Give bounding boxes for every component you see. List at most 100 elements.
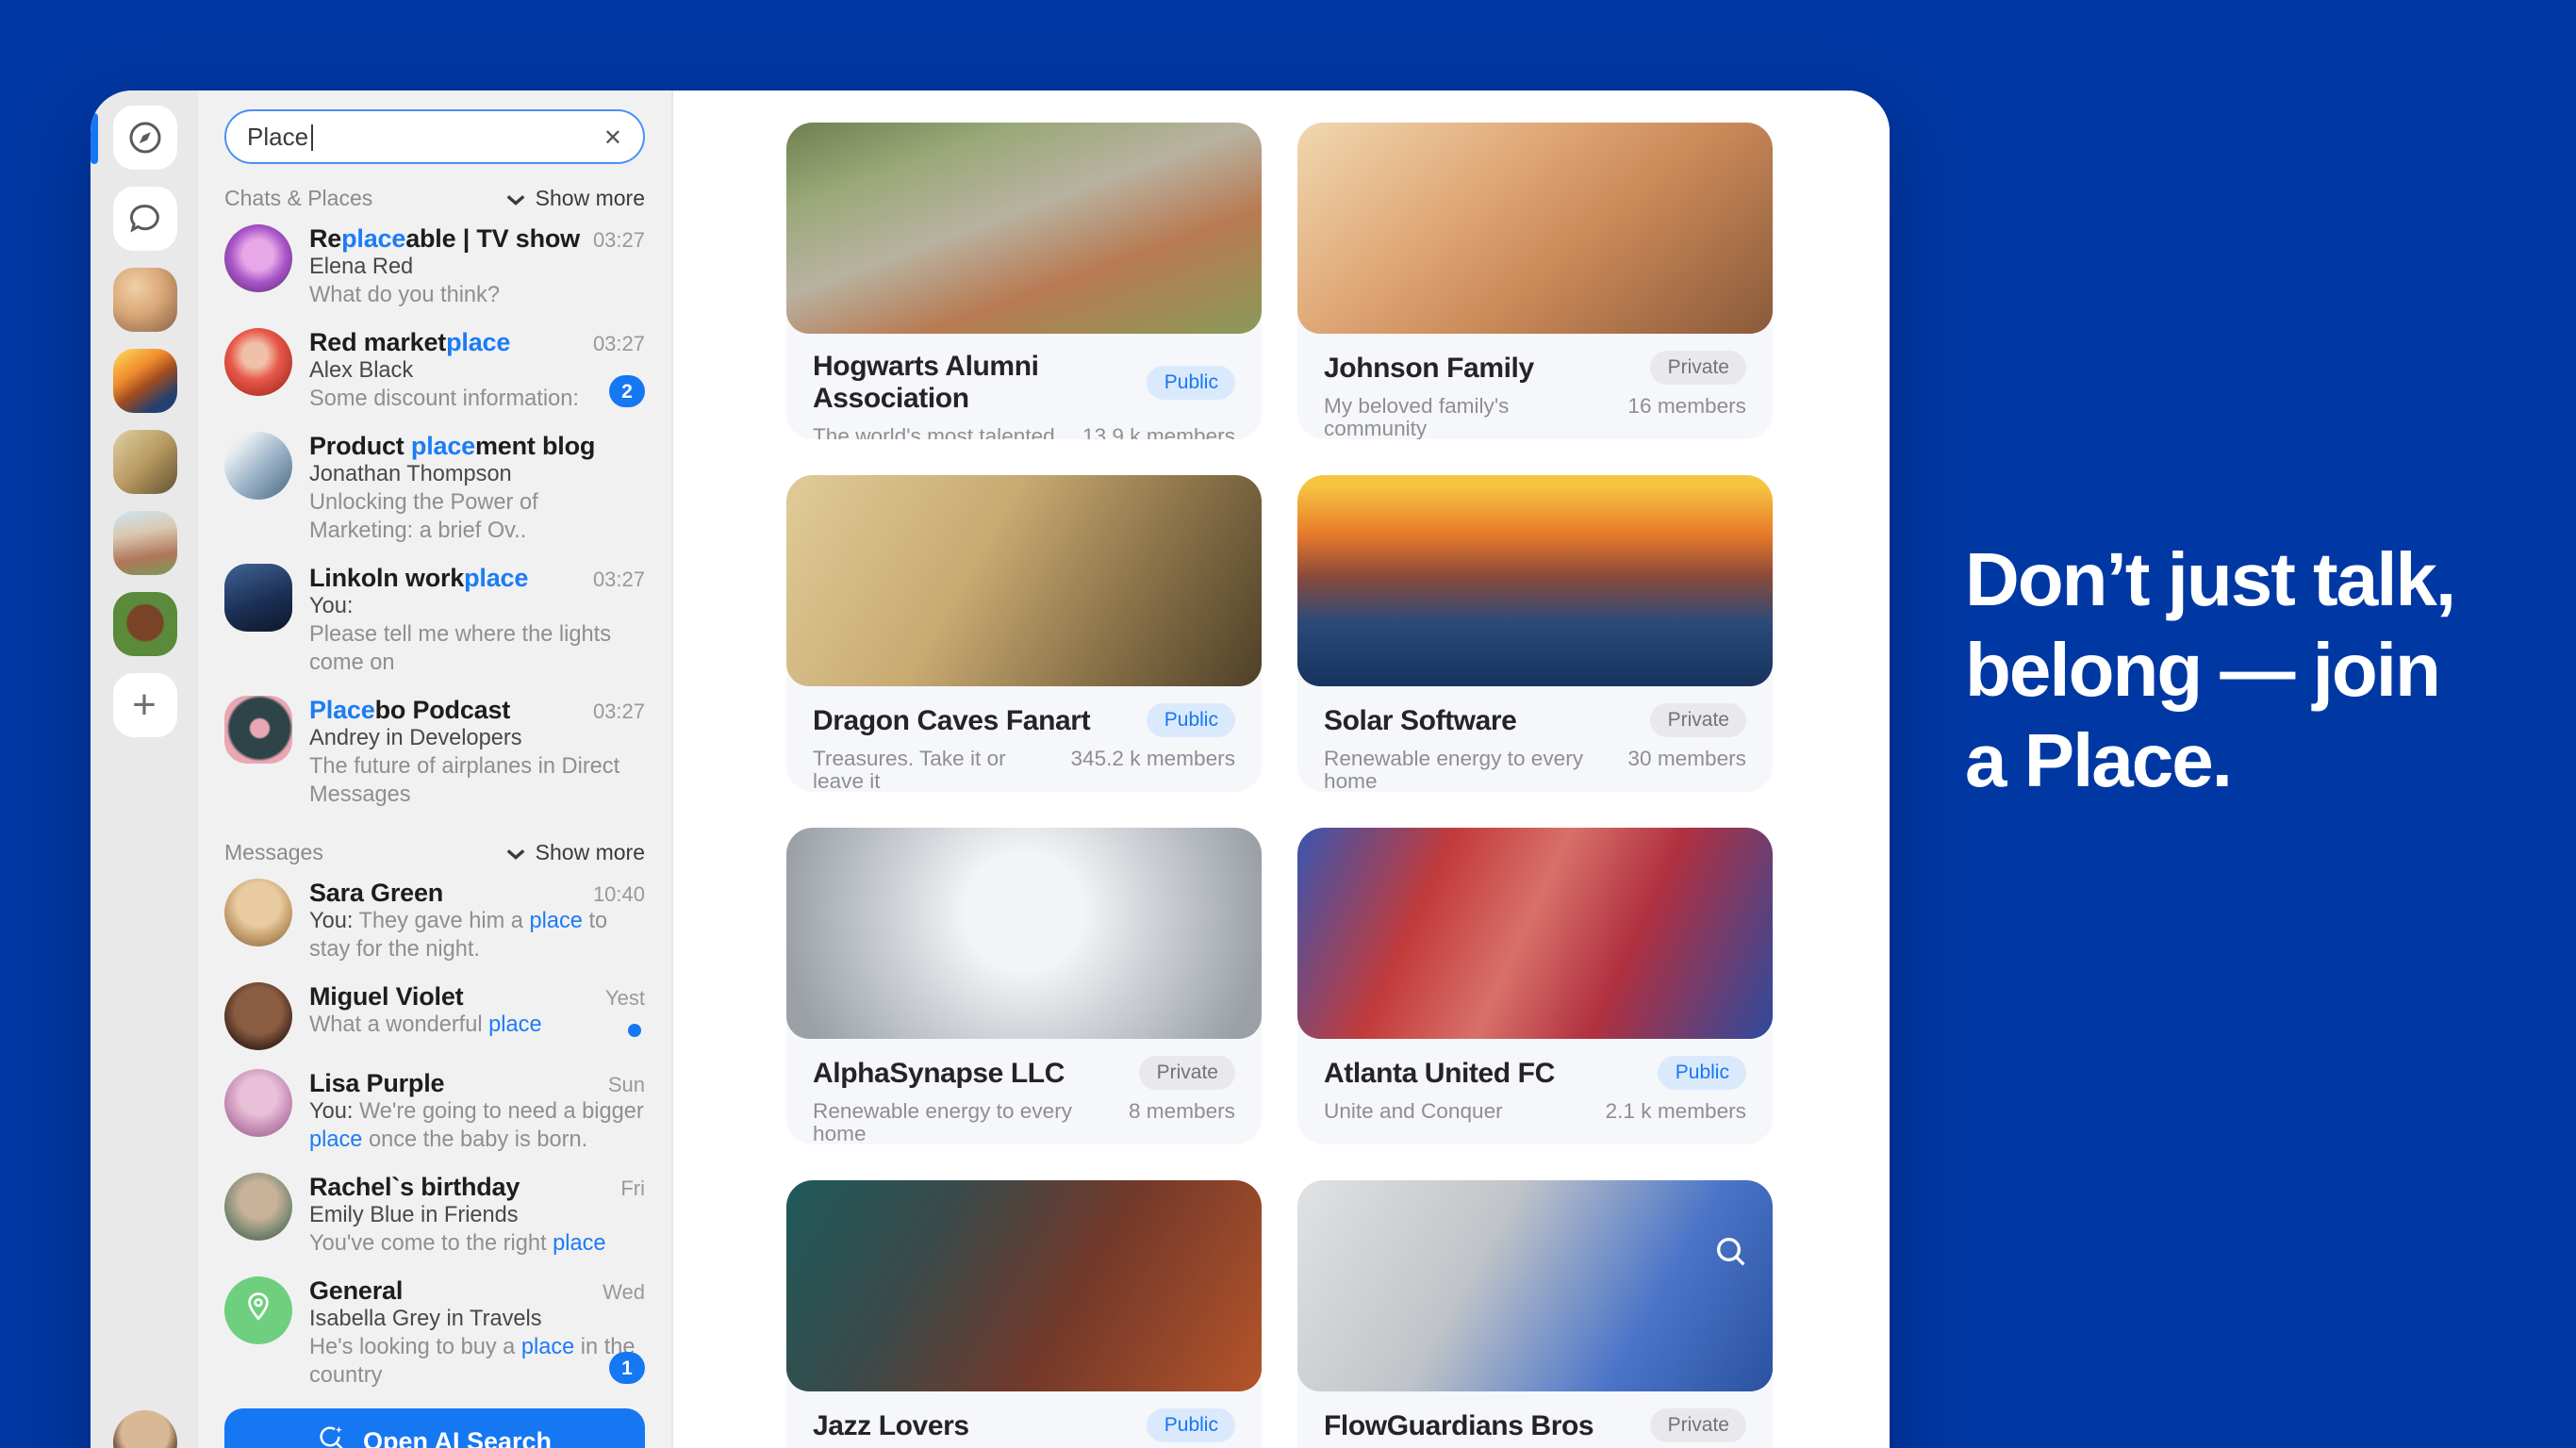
chevron-down-icon bbox=[505, 847, 526, 862]
search-magnifier-icon bbox=[1712, 1233, 1750, 1280]
chat-preview: Unlocking the Power of Marketing: a brie… bbox=[309, 488, 645, 545]
chat-time: 03:27 bbox=[582, 701, 645, 724]
message-time: Sun bbox=[597, 1075, 645, 1097]
message-title: General bbox=[309, 1276, 403, 1305]
chat-list-item[interactable]: Replaceable | TV show03:27 Elena Red Wha… bbox=[224, 215, 645, 319]
place-title: AlphaSynapse LLC bbox=[813, 1057, 1065, 1089]
compass-icon bbox=[125, 119, 163, 156]
clear-search-icon[interactable]: ✕ bbox=[603, 123, 622, 150]
message-list-item[interactable]: Lisa PurpleSun You: We're going to need … bbox=[224, 1060, 645, 1163]
place-avatar-family[interactable] bbox=[112, 268, 176, 332]
visibility-badge: Public bbox=[1148, 703, 1235, 737]
place-avatar-football[interactable] bbox=[112, 592, 176, 656]
message-preview: What a wonderful place bbox=[309, 1011, 645, 1039]
message-time: Wed bbox=[591, 1282, 645, 1305]
location-pin-icon bbox=[241, 1289, 275, 1332]
place-cover-image bbox=[786, 475, 1262, 686]
place-subtitle: The world's most talented network bbox=[813, 426, 1067, 439]
place-title: Jazz Lovers bbox=[813, 1409, 969, 1441]
section-title: Chats & Places bbox=[224, 189, 372, 211]
text-caret bbox=[310, 123, 312, 150]
search-input-value: Place bbox=[247, 123, 308, 151]
nav-rail: + bbox=[91, 90, 198, 1448]
chevron-down-icon bbox=[505, 192, 526, 207]
place-members: 13.9 k members bbox=[1067, 426, 1235, 439]
place-cover-image bbox=[786, 1180, 1262, 1391]
place-card-jazz-lovers[interactable]: Jazz LoversPublic Renewable energy to ev… bbox=[786, 1180, 1262, 1448]
place-members: 8 members bbox=[1114, 1101, 1235, 1144]
place-subtitle: Treasures. Take it or leave it bbox=[813, 749, 1055, 792]
message-avatar bbox=[224, 1173, 292, 1241]
place-subtitle: Renewable energy to every home bbox=[813, 1101, 1114, 1144]
message-title: Miguel Violet bbox=[309, 982, 463, 1011]
show-more-messages[interactable]: Show more bbox=[505, 843, 645, 865]
nav-discover-button[interactable] bbox=[112, 106, 176, 170]
visibility-badge: Private bbox=[1140, 1056, 1235, 1090]
open-ai-search-button[interactable]: Open AI Search bbox=[224, 1408, 645, 1448]
chat-title: Placebo Podcast bbox=[309, 696, 510, 724]
place-subtitle: Renewable energy to every home bbox=[1324, 749, 1612, 792]
place-card-flowguardians[interactable]: FlowGuardians BrosPrivate Renewable ener… bbox=[1297, 1180, 1773, 1448]
visibility-badge: Private bbox=[1651, 703, 1746, 737]
chat-list-item[interactable]: Placebo Podcast 03:27 Andrey in Developer… bbox=[224, 686, 645, 818]
place-avatar-dragon[interactable] bbox=[112, 430, 176, 494]
chat-bubble-icon bbox=[125, 200, 163, 238]
show-more-chats[interactable]: Show more bbox=[505, 189, 645, 211]
place-cover-image bbox=[1297, 1180, 1773, 1391]
message-preview: He's looking to buy a place in the count… bbox=[309, 1333, 645, 1390]
chat-list-item[interactable]: Linkoln workplace03:27 You: Please tell … bbox=[224, 554, 645, 686]
chat-list-item[interactable]: Product placement blog Jonathan Thompson… bbox=[224, 422, 645, 554]
place-subtitle: Unite and Conquer bbox=[1324, 1101, 1503, 1124]
chat-list-item[interactable]: Red marketplace03:27 Alex Black Some dis… bbox=[224, 319, 645, 422]
place-card-alphasynapse[interactable]: AlphaSynapse LLC Private Renewable energy… bbox=[786, 828, 1262, 1144]
place-members: 345.2 k members bbox=[1055, 749, 1235, 792]
chat-title: Linkoln workplace bbox=[309, 564, 528, 592]
message-avatar bbox=[224, 879, 292, 946]
place-avatar-campus[interactable] bbox=[112, 511, 176, 575]
place-avatar-solar[interactable] bbox=[112, 349, 176, 413]
chat-preview: Some discount information: bbox=[309, 385, 645, 413]
message-avatar bbox=[224, 982, 292, 1050]
section-title: Messages bbox=[224, 843, 323, 865]
message-list-item[interactable]: Sara Green10:40 You: They gave him a pla… bbox=[224, 869, 645, 973]
user-avatar[interactable] bbox=[112, 1410, 176, 1448]
message-preview: You: They gave him a place to stay for t… bbox=[309, 907, 645, 963]
place-members: 16 members bbox=[1612, 396, 1746, 439]
app-window: + Place ✕ Chats & Places Show more bbox=[91, 90, 1890, 1448]
chat-sender: Andrey in Developers bbox=[309, 724, 645, 752]
place-card-hogwarts[interactable]: Hogwarts Alumni AssociationPublic The wo… bbox=[786, 123, 1262, 439]
nav-chats-button[interactable] bbox=[112, 187, 176, 251]
message-title: Sara Green bbox=[309, 879, 443, 907]
place-subtitle: My beloved family's community bbox=[1324, 396, 1612, 439]
chat-avatar bbox=[224, 564, 292, 632]
chat-title: Red marketplace bbox=[309, 328, 510, 356]
chat-sender: Jonathan Thompson bbox=[309, 460, 645, 488]
place-card-dragon-caves[interactable]: Dragon Caves FanartPublic Treasures. Tak… bbox=[786, 475, 1262, 792]
message-preview: You: We're going to need a bigger place … bbox=[309, 1097, 645, 1154]
place-card-solar-software[interactable]: Solar Software Private Renewable energy t… bbox=[1297, 475, 1773, 792]
place-title: Hogwarts Alumni Association bbox=[813, 351, 1148, 415]
search-input[interactable]: Place ✕ bbox=[224, 109, 645, 164]
message-list-item[interactable]: Miguel VioletYest What a wonderful place bbox=[224, 973, 645, 1060]
active-tab-indicator bbox=[91, 113, 98, 164]
chat-time: 03:27 bbox=[582, 334, 645, 356]
place-title: Atlanta United FC bbox=[1324, 1057, 1555, 1089]
message-list-item[interactable]: Rachel`s birthdayFri Emily Blue in Frien… bbox=[224, 1163, 645, 1267]
message-sender: Isabella Grey in Travels bbox=[309, 1305, 645, 1333]
chat-avatar bbox=[224, 224, 292, 292]
message-list-item[interactable]: General Wed Isabella Grey in Travels He's… bbox=[224, 1267, 645, 1399]
place-members: 2.1 k members bbox=[1591, 1101, 1746, 1124]
chat-sender: Elena Red bbox=[309, 253, 645, 281]
app-root: + Place ✕ Chats & Places Show more bbox=[0, 0, 2576, 1448]
search-panel: Place ✕ Chats & Places Show more Replace… bbox=[198, 90, 673, 1448]
visibility-badge: Public bbox=[1148, 366, 1235, 400]
marketing-headline: Don’t just talk, belong — join a Place. bbox=[1965, 535, 2531, 807]
chat-preview: The future of airplanes in Direct Messag… bbox=[309, 752, 645, 809]
visibility-badge: Private bbox=[1651, 1408, 1746, 1442]
place-card-atlanta-united[interactable]: Atlanta United FCPublic Unite and Conque… bbox=[1297, 828, 1773, 1144]
place-card-johnson-family[interactable]: Johnson FamilyPrivate My beloved family'… bbox=[1297, 123, 1773, 439]
section-header-chats: Chats & Places Show more bbox=[224, 189, 645, 211]
place-title: Solar Software bbox=[1324, 704, 1516, 736]
add-place-button[interactable]: + bbox=[112, 673, 176, 737]
chat-title: Product placement blog bbox=[309, 432, 595, 460]
